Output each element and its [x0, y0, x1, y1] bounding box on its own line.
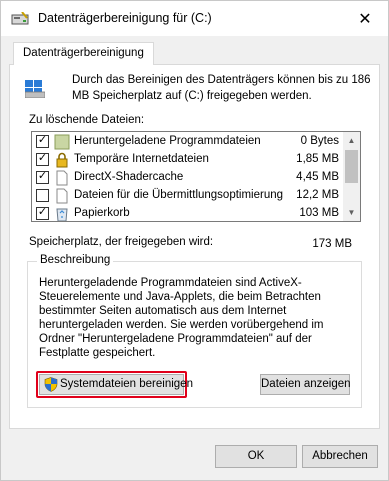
space-freed-label: Speicherplatz, der freigegeben wird: [29, 236, 214, 248]
lock-icon [56, 152, 68, 168]
cleanup-system-files-button[interactable]: Systemdateien bereinigen [39, 374, 193, 395]
ok-button[interactable]: OK [215, 445, 297, 468]
list-item[interactable]: Dateien für die Übermittlungsoptimierung… [32, 187, 345, 205]
file-name: DirectX-Shadercache [74, 171, 184, 183]
check-icon: ✓ [37, 134, 48, 146]
check-icon: ✓ [37, 206, 48, 218]
space-freed-value: 173 MB [312, 238, 352, 250]
chevron-up-icon: ▲ [347, 136, 356, 145]
cleanup-system-files-label: Systemdateien bereinigen [60, 378, 193, 390]
file-size: 1,85 MB [296, 153, 339, 165]
file-checkbox[interactable]: ✓ [36, 206, 49, 220]
view-files-button[interactable]: Dateien anzeigen [260, 374, 351, 395]
file-name: Heruntergeladene Programmdateien [74, 135, 261, 147]
file-icon [56, 170, 68, 186]
file-size: 12,2 MB [296, 189, 339, 201]
file-size: 4,45 MB [296, 171, 339, 183]
scroll-down-button[interactable]: ▼ [343, 204, 360, 221]
intro-text: Durch das Bereinigen des Datenträgers kö… [72, 74, 371, 102]
file-icon [56, 188, 68, 204]
list-scrollbar[interactable]: ▲ ▼ [343, 132, 360, 221]
uac-shield-icon [44, 377, 58, 392]
folder-icon [54, 134, 70, 150]
close-button[interactable]: ✕ [342, 1, 388, 36]
file-checkbox[interactable] [36, 189, 49, 202]
file-checkbox[interactable]: ✓ [36, 134, 49, 148]
disk-cleanup-window: Datenträgerbereinigung für (C:) ✕ Datent… [0, 0, 389, 481]
list-item[interactable]: ✓ Papierkorb 103 MB [32, 205, 345, 221]
description-text: Heruntergeladende Programmdateien sind A… [39, 277, 324, 359]
drive-icon [25, 80, 45, 98]
list-item[interactable]: ✓ DirectX-Shadercache 4,45 MB [32, 169, 345, 187]
file-name: Dateien für die Übermittlungsoptimierung [74, 189, 284, 201]
disk-cleanup-icon [11, 12, 29, 25]
recycle-bin-icon [56, 208, 68, 221]
list-item[interactable]: ✓ Temporäre Internetdateien 1,85 MB [32, 151, 345, 169]
tab-datentraegerbereinigung[interactable]: Datenträgerbereinigung [13, 42, 154, 65]
file-checkbox[interactable]: ✓ [36, 152, 49, 166]
file-size: 0 Bytes [300, 135, 339, 147]
files-listbox[interactable]: ✓ Heruntergeladene Programmdateien 0 Byt… [31, 131, 361, 222]
file-name: Papierkorb [74, 207, 130, 219]
cancel-button[interactable]: Abbrechen [302, 445, 378, 468]
file-size: 103 MB [299, 207, 339, 219]
files-to-delete-label: Zu löschende Dateien: [29, 114, 145, 126]
description-label: Beschreibung [37, 254, 114, 266]
title-bar: Datenträgerbereinigung für (C:) ✕ [1, 1, 388, 36]
file-name: Temporäre Internetdateien [74, 153, 209, 165]
scroll-thumb[interactable] [345, 150, 358, 183]
scroll-up-button[interactable]: ▲ [343, 132, 360, 149]
check-icon: ✓ [37, 170, 48, 182]
list-item[interactable]: ✓ Heruntergeladene Programmdateien 0 Byt… [32, 133, 345, 151]
close-icon: ✕ [358, 10, 372, 28]
file-checkbox[interactable]: ✓ [36, 170, 49, 184]
chevron-down-icon: ▼ [347, 208, 356, 217]
check-icon: ✓ [37, 152, 48, 164]
window-title: Datenträgerbereinigung für (C:) [38, 11, 212, 25]
